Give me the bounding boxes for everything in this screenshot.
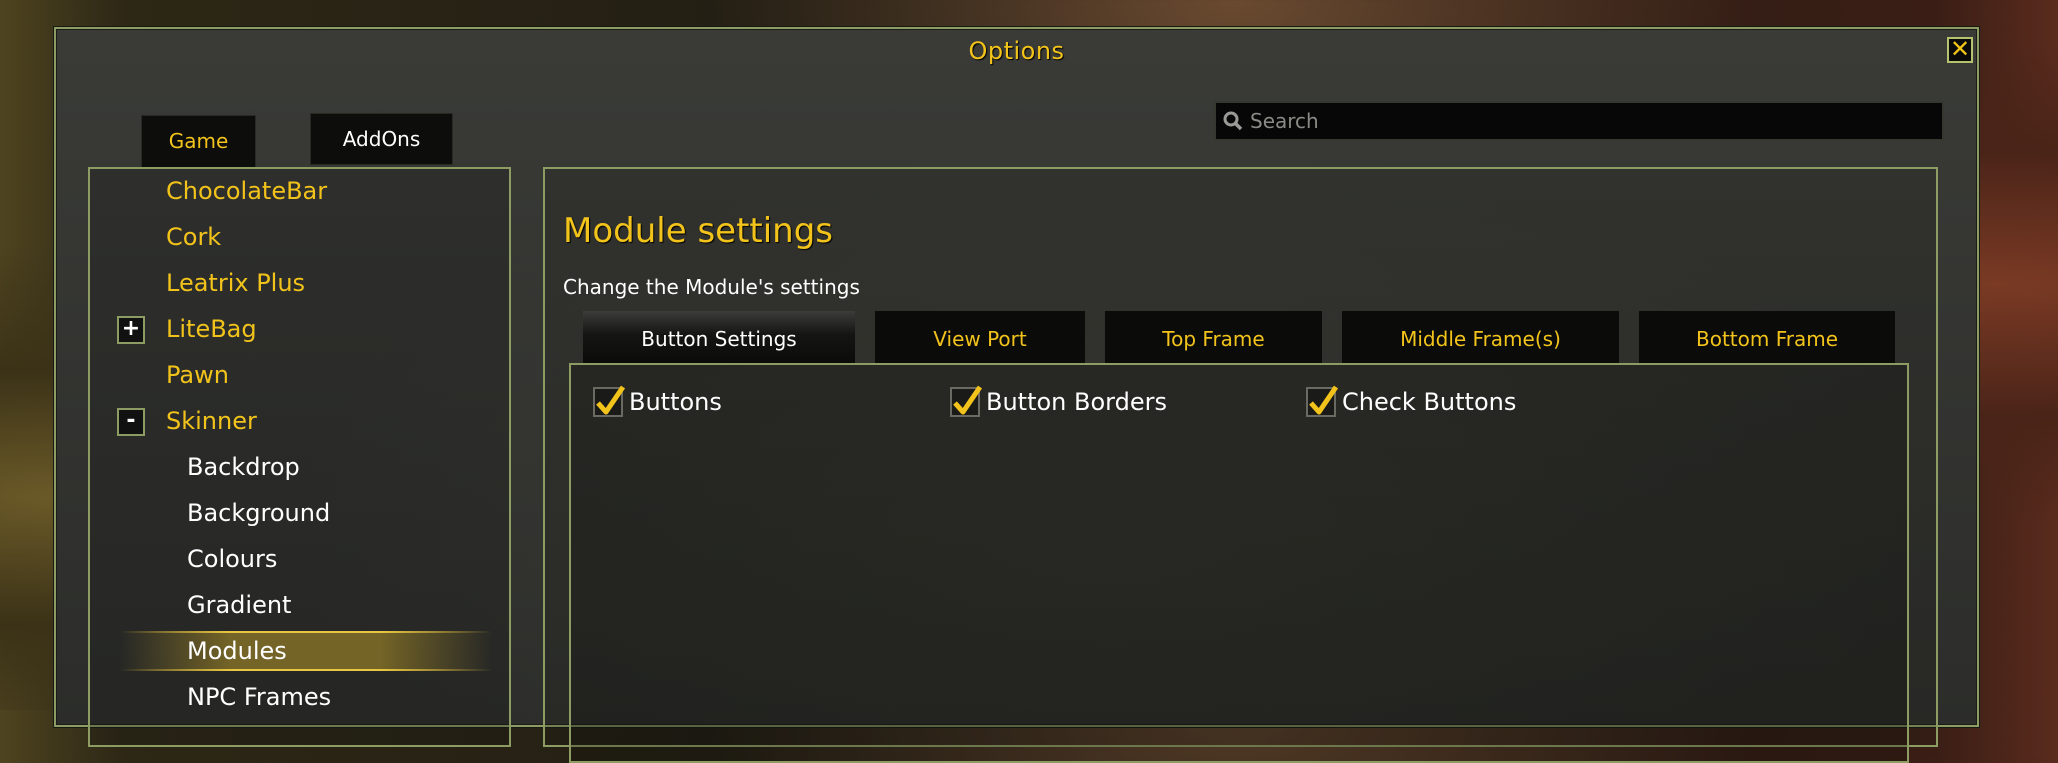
tree-item-label: Backdrop	[187, 453, 300, 481]
tree-item-chocolatebar[interactable]: ChocolateBar	[90, 171, 490, 211]
settings-panel: Module settings Change the Module's sett…	[543, 167, 1938, 763]
checkbox-label: Button Borders	[986, 388, 1167, 416]
tree-item-skinner[interactable]: - Skinner	[90, 401, 490, 441]
checkbox[interactable]	[593, 385, 626, 417]
options-window: Options ✕ Game AddOns ChocolateBar Cork …	[54, 27, 1979, 763]
page-title: Module settings	[563, 211, 834, 251]
page-subtitle: Change the Module's settings	[563, 275, 860, 299]
checkbox-label: Buttons	[629, 388, 722, 416]
window-title: Options	[968, 37, 1065, 65]
tree-item-modules[interactable]: Modules	[90, 631, 490, 671]
tree-item-label: Colours	[187, 545, 278, 573]
tree-item-gradient[interactable]: Gradient	[90, 585, 490, 625]
close-icon[interactable]: ✕	[1947, 37, 1973, 63]
tree-item-label: Gradient	[187, 591, 292, 619]
button-settings-content: Buttons Button Borders Check Buttons	[569, 363, 1909, 763]
tree-item-npc-frames[interactable]: NPC Frames	[90, 677, 490, 717]
tab-view-port[interactable]: View Port	[875, 311, 1085, 363]
tab-game[interactable]: Game	[141, 115, 256, 169]
addon-tree-panel: ChocolateBar Cork Leatrix Plus + LiteBag…	[88, 167, 511, 747]
checkbox[interactable]	[1306, 385, 1339, 417]
checkbox-label: Check Buttons	[1342, 388, 1517, 416]
buttons-checkbox[interactable]: Buttons	[593, 385, 722, 419]
collapse-icon[interactable]: -	[117, 408, 145, 436]
tab-top-frame[interactable]: Top Frame	[1105, 311, 1322, 363]
checkmark-icon	[1309, 385, 1339, 415]
checkmark-icon	[596, 385, 626, 415]
tree-item-label: NPC Frames	[187, 683, 332, 711]
tree-item-label: Leatrix Plus	[166, 269, 306, 297]
search-box[interactable]	[1214, 101, 1944, 141]
tree-item-label: Cork	[166, 223, 222, 251]
tab-bottom-frame[interactable]: Bottom Frame	[1639, 311, 1895, 363]
tab-button-settings[interactable]: Button Settings	[583, 311, 855, 363]
tree-item-label: Modules	[187, 637, 287, 665]
expand-icon[interactable]: +	[117, 316, 145, 344]
tree-item-pawn[interactable]: Pawn	[90, 355, 490, 395]
tab-middle-frames[interactable]: Middle Frame(s)	[1342, 311, 1619, 363]
search-icon	[1222, 110, 1244, 132]
tree-item-litebag[interactable]: + LiteBag	[90, 309, 490, 349]
tree-item-label: Background	[187, 499, 331, 527]
tree-item-leatrix-plus[interactable]: Leatrix Plus	[90, 263, 490, 303]
tree-item-label: ChocolateBar	[166, 177, 328, 205]
checkmark-icon	[953, 385, 983, 415]
tree-item-label: LiteBag	[166, 315, 257, 343]
button-borders-checkbox[interactable]: Button Borders	[950, 385, 1167, 419]
search-input[interactable]	[1248, 108, 1932, 134]
tab-addons[interactable]: AddOns	[310, 113, 453, 165]
tree-item-background[interactable]: Background	[90, 493, 490, 533]
tree-item-cork[interactable]: Cork	[90, 217, 490, 257]
checkbox[interactable]	[950, 385, 983, 417]
tree-item-backdrop[interactable]: Backdrop	[90, 447, 490, 487]
check-buttons-checkbox[interactable]: Check Buttons	[1306, 385, 1516, 419]
tree-item-label: Pawn	[166, 361, 229, 389]
tree-item-colours[interactable]: Colours	[90, 539, 490, 579]
tree-item-label: Skinner	[166, 407, 257, 435]
